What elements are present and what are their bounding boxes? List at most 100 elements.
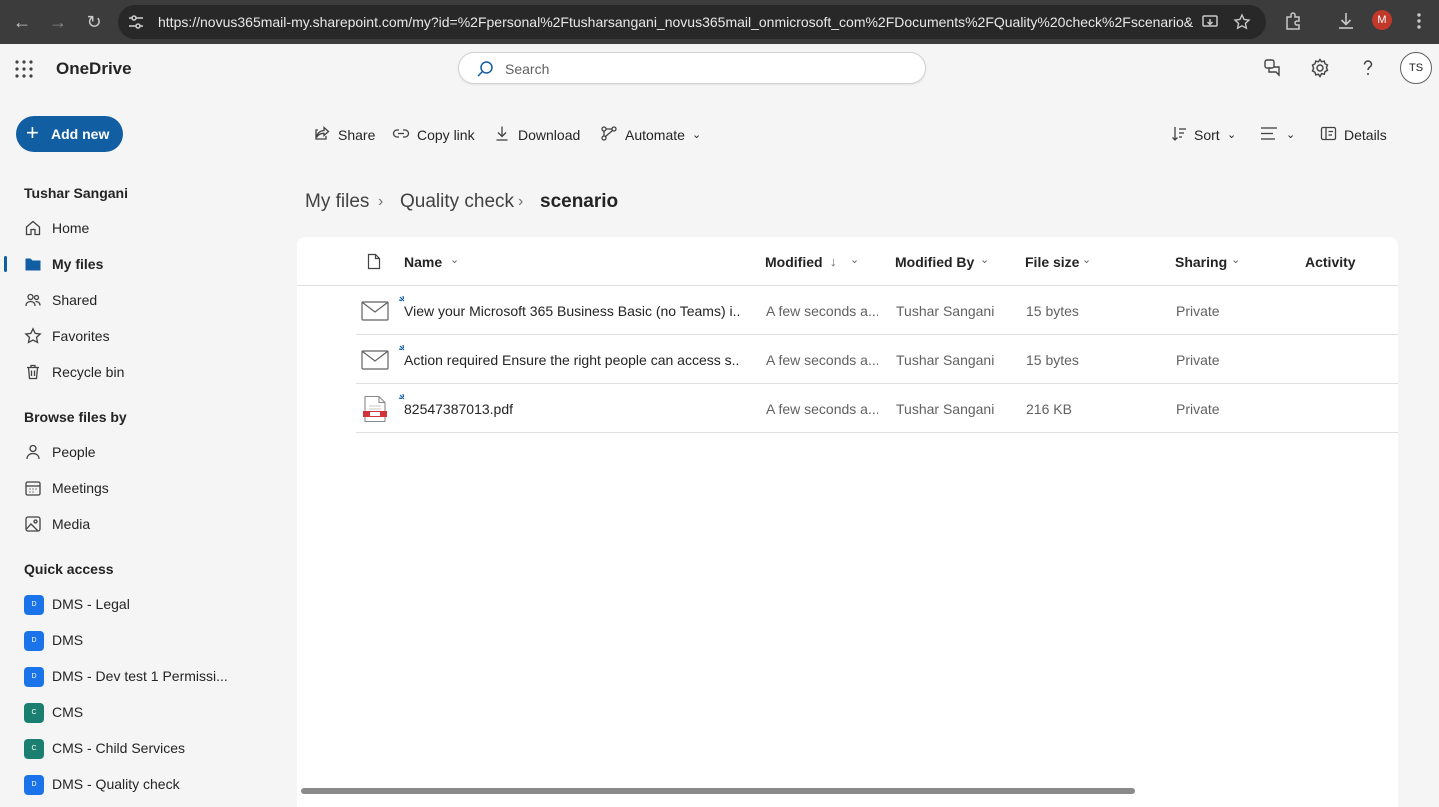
file-modified: A few seconds a... bbox=[766, 352, 878, 368]
url-text[interactable]: https://novus365mail-my.sharepoint.com/m… bbox=[158, 14, 1193, 30]
calendar-icon bbox=[25, 481, 41, 496]
app-header: OneDrive TS bbox=[0, 44, 1439, 94]
file-sharing: Private bbox=[1176, 401, 1220, 417]
share-feedback-icon[interactable] bbox=[1261, 57, 1283, 79]
details-pane-icon bbox=[1320, 126, 1337, 141]
quick-access-item[interactable]: D DMS - Legal bbox=[0, 589, 290, 619]
file-name[interactable]: 82547387013.pdf bbox=[404, 401, 740, 417]
chevron-down-icon: ⌄ bbox=[1227, 129, 1237, 141]
browser-menu-icon[interactable] bbox=[1408, 10, 1430, 32]
site-icon: D bbox=[24, 631, 44, 651]
column-modified[interactable]: Modified bbox=[765, 254, 823, 270]
sort-icon bbox=[1172, 127, 1186, 141]
table-row[interactable]: View your Microsoft 365 Business Basic (… bbox=[356, 286, 1398, 335]
quick-access-item[interactable]: D DMS - Dev test 1 Permissi... bbox=[0, 661, 290, 691]
column-activity[interactable]: Activity bbox=[1305, 254, 1356, 270]
table-row[interactable]: 82547387013.pdf A few seconds a... Tusha… bbox=[356, 384, 1398, 433]
quick-access-item[interactable]: D DMS bbox=[0, 625, 290, 655]
file-type-icon[interactable] bbox=[367, 253, 381, 270]
chevron-down-icon: ⌄ bbox=[1082, 254, 1092, 266]
share-icon bbox=[315, 126, 330, 140]
email-icon bbox=[361, 301, 389, 321]
install-app-icon[interactable] bbox=[1201, 13, 1219, 31]
file-sharing: Private bbox=[1176, 352, 1220, 368]
sidebar-item-recycle-bin[interactable]: Recycle bin bbox=[0, 357, 290, 387]
site-icon: C bbox=[24, 739, 44, 759]
reload-icon[interactable]: ↻ bbox=[80, 8, 108, 36]
home-icon bbox=[25, 220, 41, 236]
file-modified-by: Tushar Sangani bbox=[896, 401, 995, 417]
active-indicator bbox=[4, 256, 7, 272]
column-header-row: Name ⌄ Modified ↓ ⌄ Modified By ⌄ File s… bbox=[297, 237, 1398, 286]
site-icon: C bbox=[24, 703, 44, 723]
chevron-down-icon: ⌄ bbox=[980, 254, 990, 266]
search-icon bbox=[477, 61, 493, 77]
breadcrumb-quality-check[interactable]: Quality check bbox=[400, 191, 514, 213]
column-sharing[interactable]: Sharing bbox=[1175, 254, 1227, 270]
file-modified-by: Tushar Sangani bbox=[896, 303, 995, 319]
file-size: 15 bytes bbox=[1026, 303, 1079, 319]
app-launcher-icon[interactable] bbox=[14, 59, 34, 79]
automate-button[interactable]: Automate ⌄ bbox=[600, 122, 706, 146]
search-input[interactable] bbox=[505, 59, 905, 79]
column-file-size[interactable]: File size bbox=[1025, 254, 1079, 270]
breadcrumb-current-folder: scenario bbox=[540, 191, 619, 212]
plus-icon: + bbox=[26, 120, 39, 145]
breadcrumb-my-files[interactable]: My files bbox=[305, 191, 369, 213]
help-icon[interactable] bbox=[1357, 57, 1379, 79]
settings-gear-icon[interactable] bbox=[1309, 57, 1331, 79]
column-modified-by[interactable]: Modified By bbox=[895, 254, 974, 270]
link-icon bbox=[392, 129, 410, 138]
pdf-icon bbox=[363, 395, 387, 423]
sidebar-item-shared[interactable]: Shared bbox=[0, 285, 290, 315]
sidebar-item-media[interactable]: Media bbox=[0, 509, 290, 539]
chevron-down-icon: ⌄ bbox=[850, 254, 860, 266]
copy-link-button[interactable]: Copy link bbox=[392, 122, 478, 146]
quick-access-heading: Quick access bbox=[24, 561, 114, 577]
person-icon bbox=[26, 444, 40, 460]
chevron-down-icon: ⌄ bbox=[1231, 254, 1241, 266]
forward-icon[interactable]: → bbox=[44, 8, 72, 36]
sidebar-item-people[interactable]: People bbox=[0, 437, 290, 467]
quick-access-item[interactable]: C CMS - Child Services bbox=[0, 733, 290, 763]
browser-toolbar: ← → ↻ https://novus365mail-my.sharepoint… bbox=[0, 0, 1439, 44]
chevron-down-icon: ⌄ bbox=[450, 254, 460, 266]
site-settings-icon[interactable] bbox=[126, 12, 146, 32]
bookmark-star-icon[interactable] bbox=[1233, 13, 1251, 31]
sort-button[interactable]: Sort ⌄ bbox=[1171, 122, 1241, 146]
profile-avatar[interactable]: M bbox=[1372, 10, 1392, 30]
chevron-down-icon: ⌄ bbox=[692, 129, 702, 141]
table-row[interactable]: Action required Ensure the right people … bbox=[356, 335, 1398, 384]
app-name[interactable]: OneDrive bbox=[56, 59, 132, 79]
user-avatar[interactable]: TS bbox=[1400, 52, 1432, 84]
sidebar-item-home[interactable]: Home bbox=[0, 213, 290, 243]
automate-icon bbox=[601, 126, 617, 141]
site-icon: D bbox=[24, 667, 44, 687]
extensions-icon[interactable] bbox=[1282, 10, 1304, 32]
download-icon bbox=[496, 126, 508, 141]
site-icon: D bbox=[24, 775, 44, 795]
add-new-button[interactable]: + Add new bbox=[16, 116, 123, 152]
horizontal-scrollbar[interactable] bbox=[301, 788, 1135, 794]
view-options-button[interactable]: ⌄ bbox=[1260, 122, 1300, 146]
sidebar-item-meetings[interactable]: Meetings bbox=[0, 473, 290, 503]
sidebar-item-favorites[interactable]: Favorites bbox=[0, 321, 290, 351]
download-button[interactable]: Download bbox=[494, 122, 584, 146]
file-name[interactable]: Action required Ensure the right people … bbox=[404, 352, 740, 368]
sidebar-item-my-files[interactable]: My files bbox=[0, 249, 290, 279]
address-bar[interactable]: https://novus365mail-my.sharepoint.com/m… bbox=[118, 5, 1266, 39]
downloads-icon[interactable] bbox=[1335, 10, 1357, 32]
back-icon[interactable]: ← bbox=[8, 8, 36, 36]
trash-icon bbox=[27, 364, 39, 380]
sort-descending-icon: ↓ bbox=[830, 254, 837, 269]
column-name[interactable]: Name bbox=[404, 254, 442, 270]
quick-access-item[interactable]: D DMS - Quality check bbox=[0, 769, 290, 799]
details-button[interactable]: Details bbox=[1320, 122, 1390, 146]
chevron-right-icon: › bbox=[378, 193, 384, 210]
share-button[interactable]: Share bbox=[314, 122, 376, 146]
quick-access-item[interactable]: C CMS bbox=[0, 697, 290, 727]
search-box[interactable] bbox=[458, 52, 926, 84]
file-list: Name ⌄ Modified ↓ ⌄ Modified By ⌄ File s… bbox=[297, 237, 1398, 807]
people-icon bbox=[25, 293, 41, 307]
file-name[interactable]: View your Microsoft 365 Business Basic (… bbox=[404, 303, 740, 319]
